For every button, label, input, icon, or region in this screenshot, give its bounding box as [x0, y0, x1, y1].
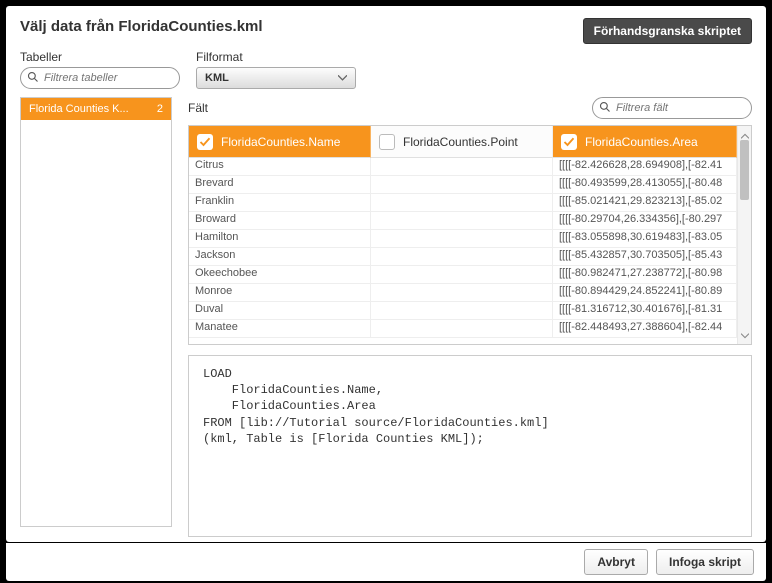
- chevron-down-icon[interactable]: [741, 328, 749, 342]
- column-header-point[interactable]: FloridaCounties.Point: [371, 126, 553, 158]
- cell: [[[[-81.316712,30.401676],[-81.31: [553, 302, 737, 319]
- cell: Jackson: [189, 248, 371, 265]
- column-header-name[interactable]: FloridaCounties.Name: [189, 126, 371, 158]
- cell: [371, 230, 553, 247]
- cell: [[[[-80.29704,26.334356],[-80.297: [553, 212, 737, 229]
- vertical-scrollbar[interactable]: [737, 126, 751, 344]
- table-row[interactable]: Broward [[[[-80.29704,26.334356],[-80.297: [189, 212, 737, 230]
- search-icon: [599, 101, 614, 116]
- tables-label: Tabeller: [20, 50, 180, 64]
- dialog-title: Välj data från FloridaCounties.kml: [20, 18, 263, 35]
- table-item[interactable]: Florida Counties K... 2: [21, 98, 171, 120]
- filter-fields-search[interactable]: [592, 97, 752, 119]
- cell: Manatee: [189, 320, 371, 337]
- table-row[interactable]: Jackson [[[[-85.432857,30.703505],[-85.43: [189, 248, 737, 266]
- cell: [371, 176, 553, 193]
- cell: Hamilton: [189, 230, 371, 247]
- column-label: FloridaCounties.Name: [221, 135, 340, 149]
- filter-fields-input[interactable]: [614, 101, 761, 115]
- table-row[interactable]: Okeechobee [[[[-80.982471,27.238772],[-80…: [189, 266, 737, 284]
- cell: [[[[-82.426628,28.694908],[-82.41: [553, 158, 737, 175]
- cell: [371, 194, 553, 211]
- checkbox-checked-icon[interactable]: [561, 134, 577, 150]
- table-row[interactable]: Brevard [[[[-80.493599,28.413055],[-80.48: [189, 176, 737, 194]
- cell: [[[[-80.982471,27.238772],[-80.98: [553, 266, 737, 283]
- fileformat-value: KML: [205, 72, 229, 84]
- script-preview: LOAD FloridaCounties.Name, FloridaCounti…: [188, 355, 752, 537]
- chevron-down-icon: [338, 72, 347, 84]
- table-row[interactable]: Monroe [[[[-80.894429,24.852241],[-80.89: [189, 284, 737, 302]
- cell: Okeechobee: [189, 266, 371, 283]
- fields-label: Fält: [188, 101, 208, 115]
- cell: Monroe: [189, 284, 371, 301]
- column-label: FloridaCounties.Point: [403, 135, 518, 149]
- cell: [[[[-85.021421,29.823213],[-85.02: [553, 194, 737, 211]
- cell: [[[[-80.493599,28.413055],[-80.48: [553, 176, 737, 193]
- filter-tables-search[interactable]: [20, 67, 180, 89]
- table-row[interactable]: Hamilton [[[[-83.055898,30.619483],[-83.0…: [189, 230, 737, 248]
- table-row[interactable]: Duval [[[[-81.316712,30.401676],[-81.31: [189, 302, 737, 320]
- cell: [371, 248, 553, 265]
- cell: [371, 158, 553, 175]
- fileformat-label: Filformat: [196, 50, 356, 64]
- cell: [371, 266, 553, 283]
- column-label: FloridaCounties.Area: [585, 135, 698, 149]
- search-icon: [27, 71, 42, 86]
- cell: Franklin: [189, 194, 371, 211]
- cell: Broward: [189, 212, 371, 229]
- checkbox-unchecked-icon[interactable]: [379, 134, 395, 150]
- table-row[interactable]: Franklin [[[[-85.021421,29.823213],[-85.0…: [189, 194, 737, 212]
- column-header-area[interactable]: FloridaCounties.Area: [553, 126, 737, 158]
- fields-grid: FloridaCounties.Name FloridaCounties.Poi…: [188, 125, 752, 345]
- filter-tables-input[interactable]: [42, 71, 189, 85]
- dialog-footer: Avbryt Infoga skript: [6, 542, 766, 581]
- table-row[interactable]: Citrus [[[[-82.426628,28.694908],[-82.41: [189, 158, 737, 176]
- checkbox-checked-icon[interactable]: [197, 134, 213, 150]
- cell: [[[[-85.432857,30.703505],[-85.43: [553, 248, 737, 265]
- cell: [371, 284, 553, 301]
- cell: [371, 320, 553, 337]
- cell: [371, 302, 553, 319]
- table-item-name: Florida Counties K...: [29, 103, 129, 115]
- table-row[interactable]: Manatee [[[[-82.448493,27.388604],[-82.44: [189, 320, 737, 338]
- cell: [[[[-83.055898,30.619483],[-83.05: [553, 230, 737, 247]
- preview-script-button[interactable]: Förhandsgranska skriptet: [583, 18, 752, 44]
- insert-script-button[interactable]: Infoga skript: [656, 549, 754, 575]
- cancel-button[interactable]: Avbryt: [584, 549, 648, 575]
- cell: [371, 212, 553, 229]
- tables-list: Florida Counties K... 2: [20, 97, 172, 527]
- cell: [[[[-82.448493,27.388604],[-82.44: [553, 320, 737, 337]
- cell: Citrus: [189, 158, 371, 175]
- table-item-count: 2: [157, 103, 163, 115]
- fileformat-select[interactable]: KML: [196, 67, 356, 89]
- data-select-dialog: Välj data från FloridaCounties.kml Förha…: [6, 6, 766, 542]
- cell: Brevard: [189, 176, 371, 193]
- cell: Duval: [189, 302, 371, 319]
- cell: [[[[-80.894429,24.852241],[-80.89: [553, 284, 737, 301]
- scroll-thumb[interactable]: [740, 140, 749, 200]
